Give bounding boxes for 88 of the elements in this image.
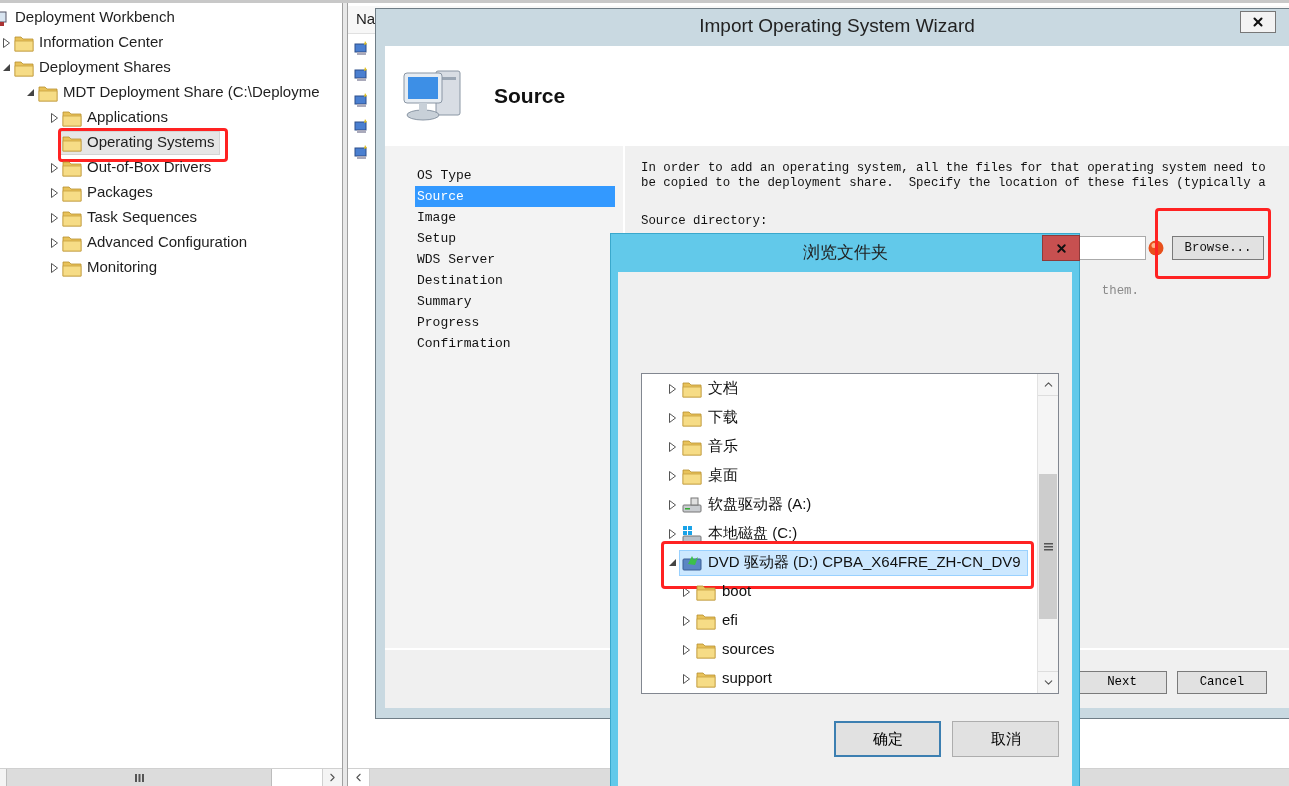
folder-tree-item[interactable]: 本地磁盘 (C:) bbox=[679, 520, 805, 547]
folder-icon bbox=[682, 379, 702, 398]
folder-icon bbox=[14, 33, 34, 52]
folder-icon bbox=[62, 158, 82, 177]
close-icon bbox=[1251, 15, 1265, 29]
description-text: be copied to the deployment share. Specify the location of these files (typically a bbox=[641, 176, 1264, 191]
folder-icon bbox=[62, 108, 82, 127]
error-dot-icon bbox=[1148, 240, 1164, 256]
browse-button[interactable]: Browse... bbox=[1172, 236, 1264, 260]
grip-icon bbox=[134, 773, 144, 782]
tree-item[interactable]: Monitoring bbox=[60, 255, 163, 280]
tree-item[interactable]: Advanced Configuration bbox=[60, 230, 253, 255]
collapsed-arrow-icon[interactable] bbox=[668, 412, 676, 423]
computer-icon bbox=[354, 92, 370, 108]
tree-item[interactable]: Packages bbox=[60, 180, 158, 205]
collapsed-arrow-icon[interactable] bbox=[2, 37, 10, 48]
tree-item[interactable]: Operating Systems bbox=[60, 130, 220, 155]
expanded-arrow-icon[interactable] bbox=[2, 64, 10, 71]
collapsed-arrow-icon[interactable] bbox=[682, 644, 690, 655]
tree-item[interactable]: Deployment Workbench bbox=[0, 5, 180, 30]
folder-tree-item[interactable]: 软盘驱动器 (A:) bbox=[679, 491, 819, 518]
wizard-step[interactable]: OS Type bbox=[415, 165, 615, 186]
tree-item[interactable]: MDT Deployment Share (C:\Deployme bbox=[36, 80, 325, 105]
collapsed-arrow-icon[interactable] bbox=[50, 212, 58, 223]
close-icon bbox=[1054, 241, 1068, 255]
scrollbar-thumb[interactable] bbox=[6, 769, 272, 786]
folder-icon bbox=[62, 233, 82, 252]
folder-tree-item[interactable]: 桌面 bbox=[679, 462, 745, 489]
folder-tree-item[interactable]: sources bbox=[693, 636, 782, 663]
folder-icon bbox=[682, 408, 702, 427]
collapsed-arrow-icon[interactable] bbox=[668, 441, 676, 452]
collapsed-arrow-icon[interactable] bbox=[50, 187, 58, 198]
field-label: Source directory: bbox=[641, 214, 769, 229]
tree-item[interactable]: Applications bbox=[60, 105, 173, 130]
folder-icon bbox=[62, 258, 82, 277]
folder-tree-item[interactable]: support bbox=[693, 665, 780, 692]
tree-item[interactable]: Deployment Shares bbox=[12, 55, 176, 80]
folder-icon bbox=[696, 669, 716, 688]
collapsed-arrow-icon[interactable] bbox=[668, 528, 676, 539]
collapsed-arrow-icon[interactable] bbox=[50, 162, 58, 173]
folder-icon bbox=[38, 83, 58, 102]
dialog-title: 浏览文件夹 bbox=[802, 242, 888, 265]
folder-icon bbox=[696, 611, 716, 630]
folder-icon bbox=[696, 640, 716, 659]
collapsed-arrow-icon[interactable] bbox=[682, 586, 690, 597]
dialog-button[interactable]: 确定 bbox=[834, 721, 941, 757]
folder-icon bbox=[62, 208, 82, 227]
collapsed-arrow-icon[interactable] bbox=[50, 237, 58, 248]
folder-tree-item[interactable]: 音乐 bbox=[679, 433, 745, 460]
collapsed-arrow-icon[interactable] bbox=[682, 673, 690, 684]
tree-item[interactable]: Out-of-Box Drivers bbox=[60, 155, 217, 180]
collapsed-arrow-icon[interactable] bbox=[668, 470, 676, 481]
computer-icon bbox=[354, 118, 370, 134]
wizard-button[interactable]: Cancel bbox=[1177, 671, 1267, 694]
window-title: Import Operating System Wizard bbox=[699, 14, 975, 39]
disk-icon bbox=[682, 524, 702, 543]
folder-icon bbox=[682, 466, 702, 485]
close-button[interactable] bbox=[1240, 11, 1276, 33]
expanded-arrow-icon[interactable] bbox=[26, 89, 34, 96]
computer-icon bbox=[354, 66, 370, 82]
computer-icon bbox=[354, 144, 370, 160]
folder-tree-item[interactable]: efi bbox=[693, 607, 745, 634]
folder-icon bbox=[62, 183, 82, 202]
tree-item[interactable]: Task Sequences bbox=[60, 205, 203, 230]
wizard-step[interactable]: Image bbox=[415, 207, 615, 228]
description-text: In order to add an operating system, all the files for that operating system need to bbox=[641, 161, 1264, 176]
collapsed-arrow-icon[interactable] bbox=[50, 112, 58, 123]
grip-icon bbox=[1043, 542, 1053, 551]
expanded-arrow-icon[interactable] bbox=[668, 559, 676, 566]
folder-tree-item[interactable]: 文档 bbox=[679, 375, 745, 402]
folder-icon bbox=[696, 582, 716, 601]
collapsed-arrow-icon[interactable] bbox=[682, 615, 690, 626]
hint-text: them. bbox=[1101, 283, 1139, 300]
drive-icon bbox=[682, 495, 702, 514]
collapsed-arrow-icon[interactable] bbox=[668, 383, 676, 394]
folder-tree-item[interactable]: DVD 驱动器 (D:) CPBA_X64FRE_ZH-CN_DV9 bbox=[679, 549, 1028, 576]
folder-tree-item[interactable]: 下载 bbox=[679, 404, 745, 431]
folder-icon bbox=[62, 133, 82, 152]
collapsed-arrow-icon[interactable] bbox=[50, 262, 58, 273]
computer-icon bbox=[354, 40, 370, 56]
page-title: Source bbox=[494, 83, 566, 110]
folder-icon bbox=[682, 437, 702, 456]
tree-item[interactable]: Information Center bbox=[12, 30, 169, 55]
collapsed-arrow-icon[interactable] bbox=[668, 499, 676, 510]
scrollbar-thumb[interactable] bbox=[1039, 474, 1057, 619]
wizard-button[interactable]: Next bbox=[1077, 671, 1167, 694]
folder-icon bbox=[14, 58, 34, 77]
dialog-button[interactable]: 取消 bbox=[952, 721, 1059, 757]
